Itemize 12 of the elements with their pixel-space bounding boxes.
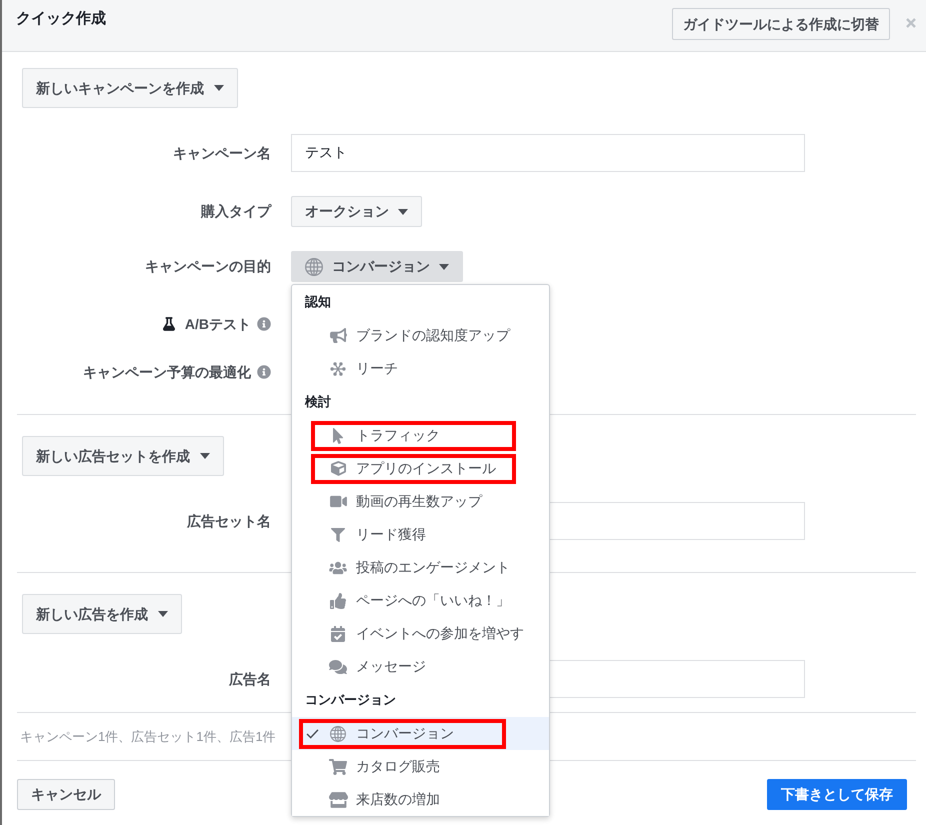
field-label: 広告名	[229, 670, 271, 688]
menu-group-heading: コンバージョン	[305, 691, 396, 710]
dialog-title: クイック作成	[16, 9, 106, 29]
menu-group-heading: 認知	[305, 293, 331, 312]
field-label: キャンペーン予算の最適化	[83, 362, 251, 382]
field-label: A/Bテスト	[184, 314, 251, 334]
summary-text: キャンペーン1件、広告セット1件、広告1件	[20, 728, 276, 746]
menu-group-heading: 検討	[305, 393, 331, 412]
field-label: 購入タイプ	[201, 202, 271, 221]
field-label: キャンペーンの目的	[145, 257, 271, 276]
field-label: キャンペーン名	[173, 144, 271, 162]
field-label: 広告セット名	[187, 512, 271, 530]
